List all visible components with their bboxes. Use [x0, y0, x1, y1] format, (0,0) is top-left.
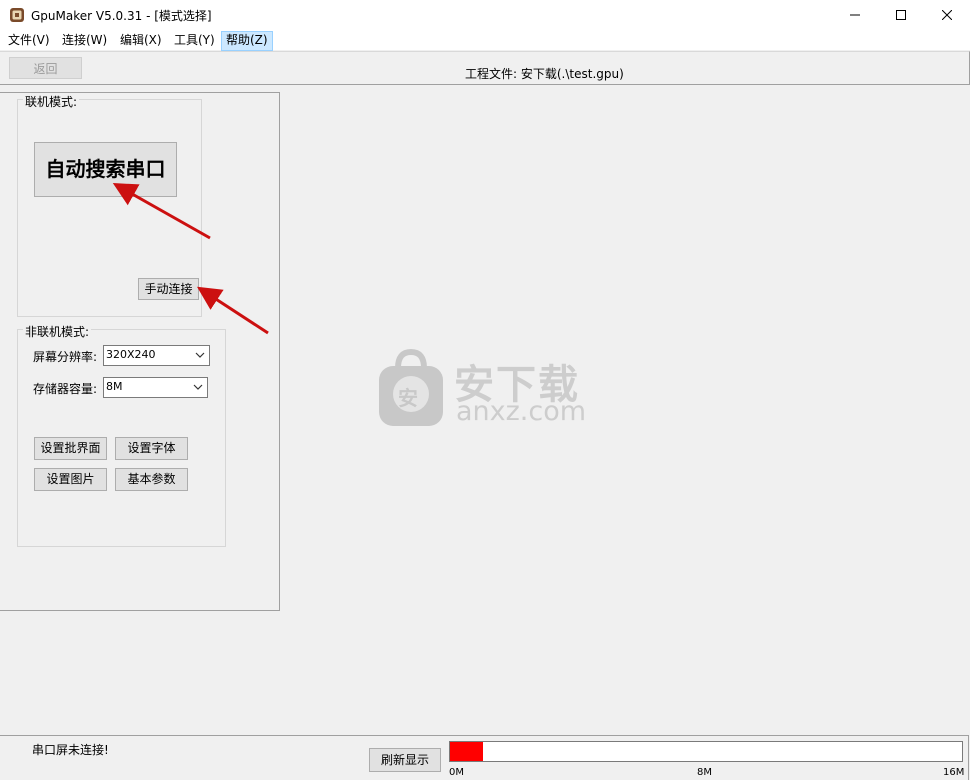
memory-usage-bar	[449, 741, 963, 762]
refresh-display-button[interactable]: 刷新显示	[369, 748, 441, 772]
memory-usage-fill	[450, 742, 483, 761]
memory-tick-max: 16M	[943, 767, 965, 778]
arrow-to-manual-connect	[196, 286, 269, 335]
memory-tick-min: 0M	[449, 767, 464, 778]
memory-tick-mid: 8M	[697, 767, 712, 778]
watermark-badge: 安	[398, 386, 418, 410]
arrow-to-auto-search	[112, 183, 211, 240]
status-bar: 串口屏未连接! 刷新显示 0M 8M 16M	[0, 735, 969, 780]
watermark-en: anxz.com	[456, 396, 587, 427]
connection-status: 串口屏未连接!	[32, 743, 109, 757]
